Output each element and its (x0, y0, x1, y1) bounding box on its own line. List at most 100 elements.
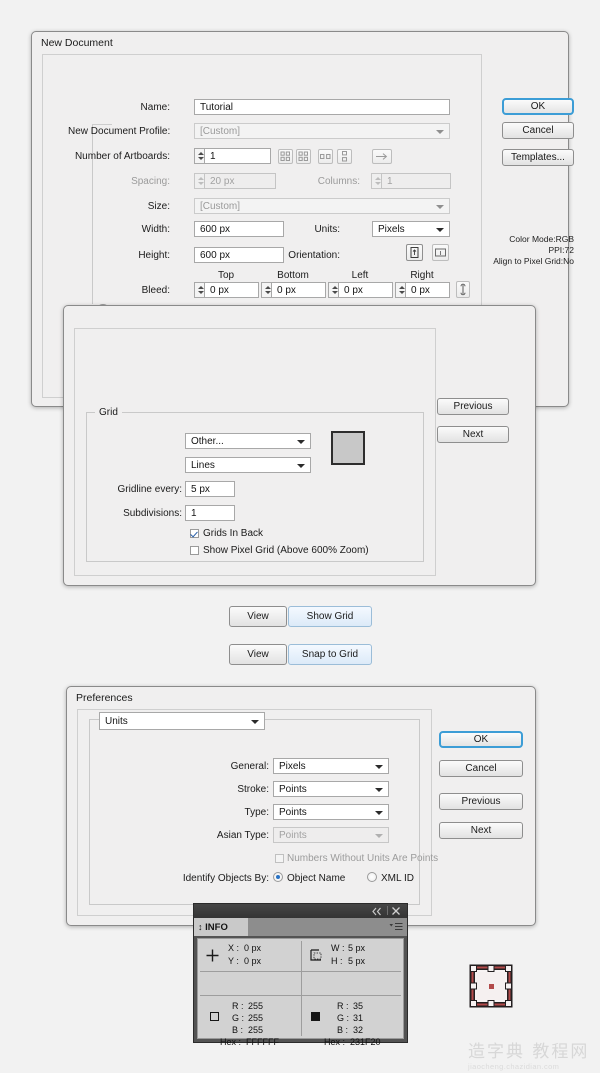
name-input[interactable]: Tutorial (194, 99, 450, 115)
info-panel-tabrow: ↕ INFO (194, 918, 407, 936)
newdoc-templates-button[interactable]: Templates... (502, 149, 574, 166)
show-pixel-grid-checkbox[interactable] (190, 546, 199, 555)
stroke-units-select[interactable]: Points (273, 781, 389, 797)
artboard-layout-column-icon[interactable] (337, 149, 352, 164)
orientation-portrait-icon[interactable] (406, 244, 423, 261)
height-input[interactable]: 600 px (194, 247, 284, 263)
radio-object-name[interactable] (273, 872, 283, 882)
artboard-layout-grid-rows-icon[interactable] (278, 149, 293, 164)
fill-b-value: 255 (248, 1025, 264, 1035)
fill-r-value: 255 (248, 1001, 264, 1011)
artboards-stepper[interactable] (194, 148, 204, 164)
grid-style-select[interactable]: Lines (185, 457, 311, 473)
artboard-layout-row-icon[interactable] (318, 149, 333, 164)
show-pixel-grid-label: Show Pixel Grid (Above 600% Zoom) (203, 545, 369, 556)
fill-b-label: B : (232, 1025, 244, 1035)
grid-color-select[interactable]: Other... (185, 433, 311, 449)
chevron-down-icon (375, 834, 383, 838)
summary-ppi: PPI:72 (548, 245, 574, 255)
show-grid-menu-item[interactable]: Show Grid (288, 606, 372, 627)
info-divider-2 (200, 995, 401, 996)
preferences-previous-button[interactable]: Previous (439, 793, 523, 810)
watermark: 造字典 教程网 jiaocheng.chazidian.com (468, 1037, 589, 1071)
bleed-right-stepper[interactable] (395, 282, 405, 298)
stroke-units-label: Stroke: (237, 784, 269, 795)
view-menu-button-2[interactable]: View (229, 644, 287, 665)
gridline-every-input[interactable]: 5 px (185, 481, 235, 497)
bleed-left-input[interactable]: 0 px (338, 282, 393, 298)
subdivisions-input[interactable]: 1 (185, 505, 235, 521)
newdoc-cancel-button[interactable]: Cancel (502, 122, 574, 139)
columns-label: Columns: (317, 176, 360, 187)
height-label: Height: (138, 250, 170, 261)
bleed-top-stepper[interactable] (194, 282, 204, 298)
subdivisions-label: Subdivisions: (123, 508, 182, 519)
collapse-icon[interactable] (371, 907, 383, 916)
grid-style-value: Lines (191, 460, 215, 471)
units-select-value: Pixels (378, 224, 405, 235)
tab-drag-handle-icon: ↕ (198, 922, 203, 932)
info-x-label: X : (228, 943, 240, 953)
bleed-bottom-input[interactable]: 0 px (271, 282, 326, 298)
bleed-top-input[interactable]: 0 px (204, 282, 259, 298)
chevron-down-icon (375, 788, 383, 792)
type-units-select[interactable]: Points (273, 804, 389, 820)
preferences-ok-button[interactable]: OK (439, 731, 523, 748)
view-menu-button-1[interactable]: View (229, 606, 287, 627)
grid-previous-button[interactable]: Previous (437, 398, 509, 415)
info-tab-label: INFO (205, 922, 228, 933)
snap-to-grid-menu-item[interactable]: Snap to Grid (288, 644, 372, 665)
info-panel: ↕ INFO X : 0 px Y : 0 px W : 5 px H : 5 … (193, 903, 408, 1047)
bleed-left-header: Left (351, 270, 369, 281)
bleed-bottom-stepper[interactable] (261, 282, 271, 298)
chevron-down-icon (436, 130, 444, 134)
grids-in-back-checkbox[interactable] (190, 529, 199, 538)
grid-next-button[interactable]: Next (437, 426, 509, 443)
width-input[interactable]: 600 px (194, 221, 284, 237)
chevron-down-icon (375, 811, 383, 815)
bleed-link-icon[interactable] (456, 281, 470, 298)
columns-input: 1 (381, 173, 451, 189)
radio-xml-id[interactable] (367, 872, 377, 882)
size-select[interactable]: [Custom] (194, 198, 450, 214)
stroke-hex-label: Hex : (324, 1037, 346, 1047)
fill-hex-value: FFFFFF (246, 1037, 279, 1047)
preferences-cancel-button[interactable]: Cancel (439, 760, 523, 777)
profile-select[interactable]: [Custom] (194, 123, 450, 139)
grid-preferences-dialog: Grid Color: Other... Style: Lines Gridli… (63, 305, 536, 586)
general-units-select[interactable]: Pixels (273, 758, 389, 774)
width-label: Width: (141, 224, 170, 235)
preferences-section-select[interactable]: Units (99, 712, 265, 730)
general-units-label: General: (230, 761, 269, 772)
panel-menu-icon[interactable] (389, 922, 403, 932)
bounding-box-icon (310, 949, 322, 961)
newdoc-ok-button[interactable]: OK (502, 98, 574, 115)
artboard-direction-arrow-icon[interactable] (372, 149, 392, 164)
newdoc-summary: Color Mode:RGB PPI:72 Align to Pixel Gri… (472, 234, 574, 267)
size-select-value: [Custom] (200, 201, 241, 212)
grid-color-swatch[interactable] (331, 431, 365, 465)
info-y-label: Y : (228, 956, 239, 966)
asian-type-units-label: Asian Type: (216, 830, 269, 841)
close-icon[interactable] (391, 906, 401, 916)
bleed-bottom-header: Bottom (277, 270, 309, 281)
bleed-right-input[interactable]: 0 px (405, 282, 450, 298)
artboards-input[interactable]: 1 (204, 148, 271, 164)
bleed-left-stepper[interactable] (328, 282, 338, 298)
asian-type-units-select: Points (273, 827, 389, 843)
preferences-next-button[interactable]: Next (439, 822, 523, 839)
stroke-r-label: R : (337, 1001, 349, 1011)
watermark-url: jiaocheng.chazidian.com (468, 1062, 560, 1071)
artboard-layout-grid-cols-icon[interactable] (296, 149, 311, 164)
grid-group-caption: Grid (95, 407, 122, 418)
profile-group-tick (92, 124, 112, 125)
info-panel-body: X : 0 px Y : 0 px W : 5 px H : 5 px R : … (197, 938, 404, 1047)
columns-stepper (371, 173, 381, 189)
size-label: Size: (147, 201, 170, 212)
crosshair-icon (206, 949, 219, 962)
units-select[interactable]: Pixels (372, 221, 450, 237)
preferences-dialog: Preferences Units General: Pixels Stroke… (66, 686, 536, 926)
stroke-b-value: 32 (353, 1025, 364, 1035)
info-tab[interactable]: ↕ INFO (194, 918, 248, 936)
orientation-landscape-icon[interactable] (432, 244, 449, 261)
